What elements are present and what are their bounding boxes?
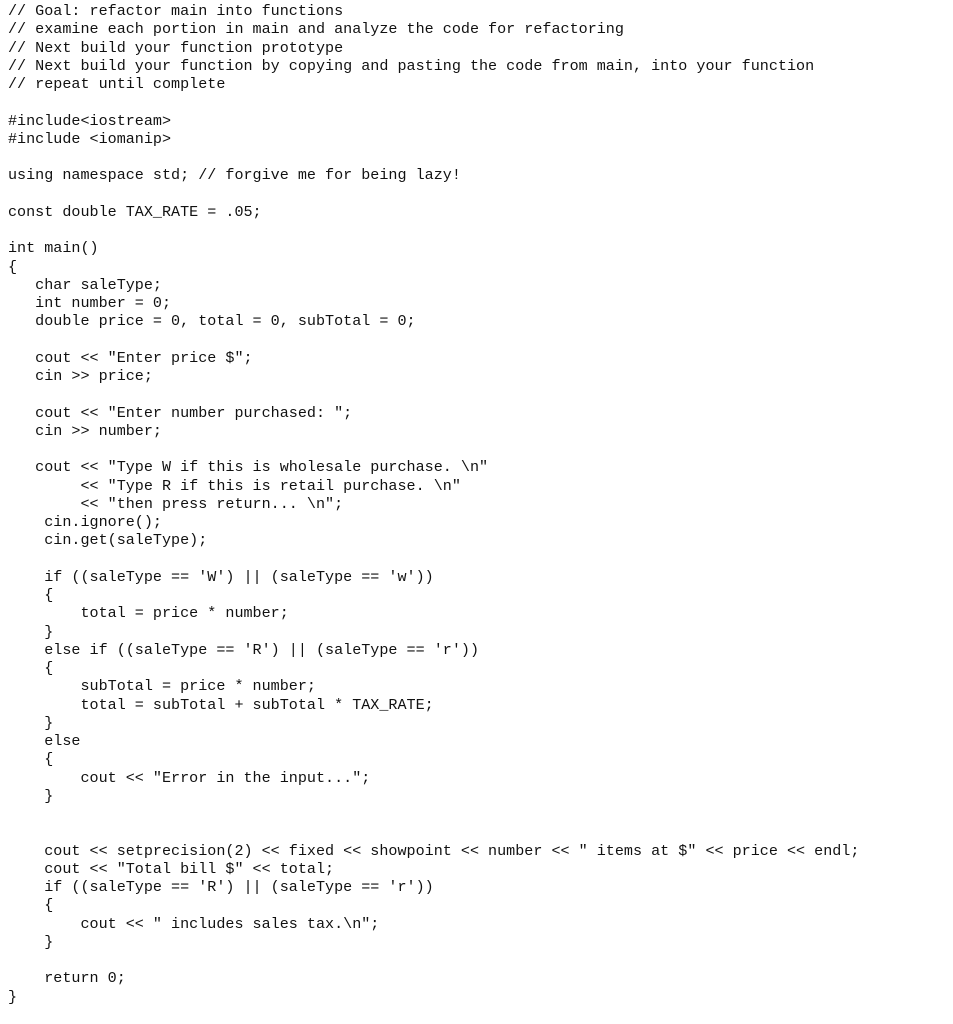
comment-line: // Next build your function prototype [8, 38, 344, 57]
code-line: cout << setprecision(2) << fixed << show… [8, 841, 860, 860]
comment-line: // repeat until complete [8, 75, 226, 93]
code-line: } [8, 987, 18, 1006]
code-line: { [8, 750, 54, 769]
code-line: cin.ignore(); [8, 513, 162, 531]
code-line: int main() [8, 239, 99, 258]
code-line: double price = 0, total = 0, subTotal = … [8, 312, 416, 331]
code-line: } [8, 622, 54, 641]
code-line: #include<iostream> [8, 111, 172, 130]
code-line: char saleType; [8, 275, 162, 294]
code-line: total = subTotal + subTotal * TAX_RATE; [8, 695, 434, 714]
code-line: << "Type R if this is retail purchase. \… [8, 476, 461, 495]
comment-line: // examine each portion in main and anal… [8, 20, 624, 39]
code-line: int number = 0; [8, 294, 172, 312]
comment-line: // Next build your function by copying a… [8, 56, 815, 75]
code-line: cout << " includes sales tax.\n"; [8, 914, 380, 933]
code-line: subTotal = price * number; [8, 677, 316, 696]
code-line: const double TAX_RATE = .05; [8, 202, 262, 221]
code-line: } [8, 786, 54, 805]
comment-line: // Goal: refactor main into functions [8, 2, 344, 20]
code-line: cin >> number; [8, 421, 162, 440]
code-line: using namespace std; // forgive me for b… [8, 166, 461, 185]
code-line: cout << "Type W if this is wholesale pur… [8, 458, 489, 477]
code-line: if ((saleType == 'W') || (saleType == 'w… [8, 567, 434, 586]
code-line: return 0; [8, 969, 126, 988]
code-line: cout << "Total bill $" << total; [8, 859, 335, 878]
code-line: { [8, 257, 18, 276]
code-listing: // Goal: refactor main into functions// … [8, 2, 859, 1006]
code-line: #include <iomanip> [8, 129, 172, 148]
code-line: cin.get(saleType); [8, 531, 208, 550]
code-line: { [8, 896, 54, 915]
code-line: cout << "Error in the input..."; [8, 768, 371, 787]
code-line: << "then press return... \n"; [8, 494, 344, 513]
code-line: cout << "Enter number purchased: "; [8, 403, 353, 422]
code-line: else [8, 732, 81, 750]
code-line: if ((saleType == 'R') || (saleType == 'r… [8, 878, 434, 896]
code-line: } [8, 932, 54, 951]
code-line: cin >> price; [8, 367, 153, 385]
code-line: cout << "Enter price $"; [8, 348, 253, 367]
code-line: else if ((saleType == 'R') || (saleType … [8, 640, 480, 659]
code-line: { [8, 659, 54, 677]
code-line: } [8, 713, 54, 732]
code-line: { [8, 586, 54, 604]
code-line: total = price * number; [8, 604, 289, 623]
